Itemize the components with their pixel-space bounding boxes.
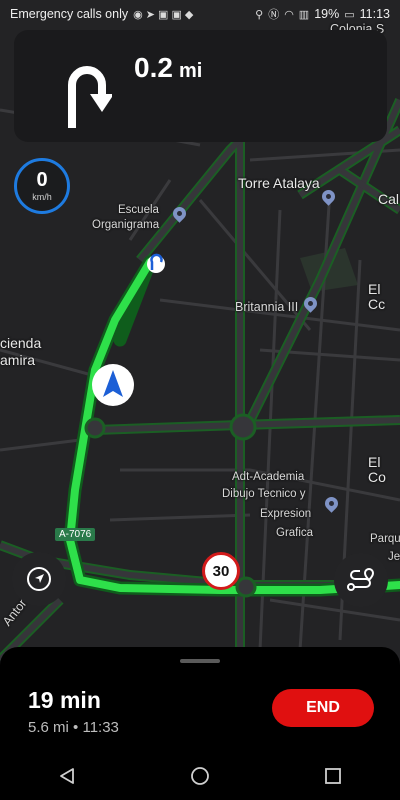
map-label-expresion: Expresion bbox=[260, 508, 312, 520]
recenter-button[interactable] bbox=[12, 552, 66, 606]
map-label-dibujo: Dibujo Tecnico y bbox=[222, 488, 306, 500]
map-label-grafica: Grafica bbox=[276, 527, 314, 539]
signal-icon: ▥ bbox=[298, 8, 310, 21]
distance-value: 0.2 bbox=[134, 52, 173, 83]
end-navigation-button[interactable]: END bbox=[272, 689, 374, 727]
distance-unit: mi bbox=[178, 60, 203, 82]
clock: 11:13 bbox=[359, 7, 390, 21]
compass-arrow-icon bbox=[27, 567, 51, 591]
map-label-organigrama: Organigrama bbox=[92, 219, 160, 231]
distance-to-turn: 0.2 mi bbox=[134, 52, 202, 84]
map-label-je: Je bbox=[388, 551, 400, 563]
trip-details: 5.6 mi • 11:33 bbox=[28, 719, 119, 736]
u-turn-left-icon bbox=[68, 66, 112, 128]
battery-text: 19% bbox=[314, 7, 340, 21]
recents-button[interactable] bbox=[313, 756, 353, 796]
carrier-text: Emergency calls only bbox=[10, 7, 129, 21]
wifi-icon: ◠ bbox=[284, 8, 294, 21]
home-button[interactable] bbox=[180, 756, 220, 796]
recents-square-icon bbox=[325, 768, 342, 784]
speed-unit: km/h bbox=[32, 192, 52, 202]
map-label-escuela: Escuela bbox=[118, 204, 159, 216]
home-circle-icon bbox=[191, 767, 209, 785]
speedometer[interactable]: 0 km/h bbox=[14, 158, 70, 214]
route-icon bbox=[347, 567, 375, 591]
system-navigation-bar bbox=[0, 752, 400, 800]
map-label-cal: Cal bbox=[378, 191, 400, 207]
back-button[interactable] bbox=[47, 756, 87, 796]
road-number-shield: A-7076 bbox=[55, 528, 96, 541]
map-label-el-co-bottom: El Co bbox=[368, 454, 386, 485]
battery-icon: ▭ bbox=[344, 8, 355, 21]
map-label-parque: Parqu bbox=[370, 533, 400, 545]
map-label-hacienda: cienda bbox=[0, 335, 42, 351]
back-triangle-icon bbox=[59, 768, 74, 784]
turn-instruction-card[interactable]: 0.2 mi bbox=[14, 30, 387, 142]
route-overview-button[interactable] bbox=[334, 553, 388, 607]
map-label-adt-academia: Adt-Academia bbox=[232, 471, 305, 483]
trip-distance: 5.6 mi bbox=[28, 719, 69, 736]
notification-icons: ◉ ➤ ▣ ▣ ◆ bbox=[133, 8, 194, 21]
arrival-time: 11:33 bbox=[82, 719, 119, 736]
trip-duration: 19 min bbox=[28, 687, 101, 713]
status-bar: Emergency calls only ◉ ➤ ▣ ▣ ◆ ⚲ Ⓝ ◠ ▥ 1… bbox=[0, 0, 400, 28]
map-label-el-co-top: El Cc bbox=[368, 281, 386, 312]
speed-limit-sign: 30 bbox=[202, 552, 240, 590]
map-label-britannia: Britannia III bbox=[235, 300, 299, 314]
current-speed: 0 bbox=[36, 169, 48, 191]
map-label-torre-atalaya: Torre Atalaya bbox=[238, 175, 320, 191]
location-icon: ⚲ bbox=[255, 8, 264, 21]
trip-separator: • bbox=[73, 719, 79, 736]
nfc-icon: Ⓝ bbox=[268, 9, 280, 21]
sheet-drag-handle[interactable] bbox=[180, 659, 220, 663]
map-label-amira: amira bbox=[0, 352, 36, 368]
